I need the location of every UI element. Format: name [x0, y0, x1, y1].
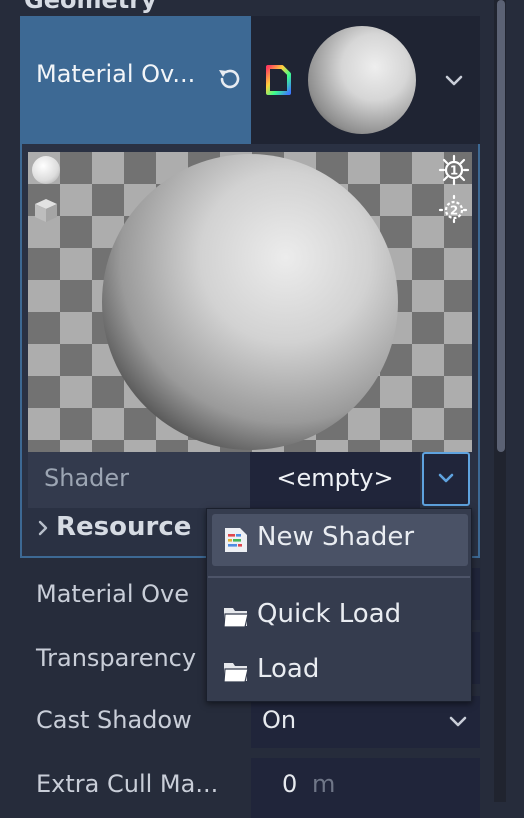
sphere-preview-icon[interactable] — [32, 156, 60, 184]
light-1-icon[interactable]: 1 — [438, 154, 470, 186]
scrollbar-thumb[interactable] — [497, 0, 505, 452]
chevron-right-icon[interactable] — [36, 518, 50, 543]
resource-group-label[interactable]: Resource — [56, 512, 191, 542]
preview-sphere — [102, 154, 398, 450]
menu-item-load[interactable]: Load — [257, 654, 319, 684]
extra-cull-margin-value[interactable]: 0 — [282, 770, 297, 798]
shader-label: Shader — [44, 464, 130, 492]
folder-icon — [222, 658, 250, 686]
folder-icon — [222, 603, 250, 631]
light-2-icon[interactable]: 2 — [438, 194, 470, 226]
extra-cull-margin-unit: m — [312, 770, 336, 798]
material-overlay-label: Material Ove — [36, 580, 189, 608]
material-thumbnail[interactable] — [308, 26, 416, 134]
section-title[interactable]: Geometry — [24, 0, 157, 14]
material-override-label: Material Ov... — [36, 60, 196, 88]
chevron-down-icon — [438, 473, 454, 483]
svg-text:1: 1 — [450, 164, 458, 178]
menu-item-quick-load[interactable]: Quick Load — [257, 599, 401, 629]
cube-preview-icon[interactable] — [32, 196, 60, 224]
shader-icon — [222, 526, 250, 554]
shader-value[interactable]: <empty> — [250, 464, 420, 492]
menu-separator — [208, 576, 470, 578]
svg-text:2: 2 — [450, 204, 458, 218]
transparency-label: Transparency — [36, 644, 197, 672]
cast-shadow-value[interactable]: On — [262, 706, 296, 734]
shader-dropdown-button[interactable] — [422, 452, 470, 506]
chevron-down-icon[interactable] — [442, 68, 466, 92]
cast-shadow-label: Cast Shadow — [36, 706, 192, 734]
chevron-down-icon[interactable] — [446, 710, 470, 734]
extra-cull-margin-label: Extra Cull Ma... — [36, 770, 219, 798]
revert-icon[interactable] — [214, 64, 244, 94]
resource-icon — [262, 64, 294, 96]
menu-item-new-shader-label[interactable]: New Shader — [257, 522, 414, 552]
